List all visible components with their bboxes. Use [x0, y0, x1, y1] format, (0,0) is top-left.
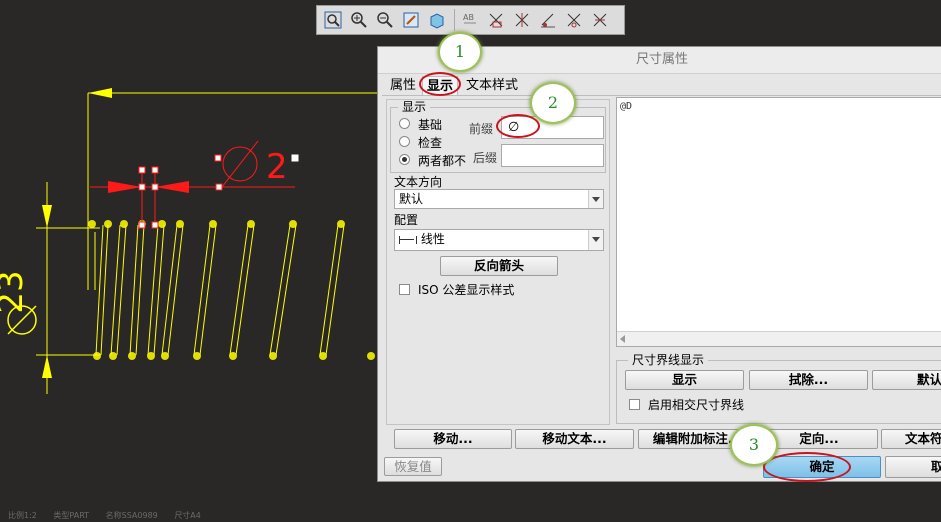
reverse-arrows-button[interactable]: 反向箭头	[440, 256, 558, 276]
view-toolbar: AB	[316, 5, 625, 35]
move-text-button[interactable]: 移动文本...	[515, 429, 634, 449]
vertical-arrow-bottom	[42, 355, 52, 378]
iso-checkbox-label: ISO 公差显示样式	[418, 283, 515, 297]
radio-inspection-label: 检查	[418, 136, 443, 150]
radio-neither[interactable]	[399, 154, 410, 165]
annotation-display-icon[interactable]: AB	[458, 8, 482, 32]
suffix-label: 后缀	[473, 151, 498, 165]
repaint-icon[interactable]	[399, 8, 423, 32]
iso-checkbox[interactable]	[399, 284, 410, 295]
cancel-button[interactable]: 取	[885, 456, 941, 478]
move-button[interactable]: 移动...	[394, 429, 512, 449]
chevron-down-icon	[588, 230, 603, 250]
highlight-oval-ok	[763, 452, 851, 482]
scroll-left-icon[interactable]	[620, 335, 625, 343]
chevron-down-icon	[588, 190, 603, 208]
vertical-arrow-top	[42, 205, 52, 228]
intersect-extension-label: 启用相交尺寸界线	[648, 398, 745, 412]
dim-arrow-left	[108, 181, 142, 193]
shading-icon[interactable]	[425, 8, 449, 32]
linear-dimension-icon	[399, 236, 417, 244]
highlight-oval-prefix	[496, 114, 540, 138]
extension-line-legend: 尺寸界线显示	[628, 353, 709, 367]
text-direction-select[interactable]: 默认	[394, 189, 604, 209]
erase-extension-button[interactable]: 拭除...	[749, 370, 868, 390]
radio-basic[interactable]	[399, 118, 410, 129]
dimension-arrow-left	[88, 88, 112, 98]
config-value: 线性	[420, 232, 445, 246]
spring-geometry	[87, 224, 345, 356]
show-extension-button[interactable]: 显示	[625, 370, 744, 390]
dimension-text-value: @D	[620, 101, 633, 112]
prefix-label: 前缀	[469, 122, 494, 136]
text-symbol-button[interactable]: 文本符	[881, 429, 941, 449]
text-direction-value: 默认	[399, 192, 424, 206]
tab-properties[interactable]: 属性	[386, 76, 420, 95]
config-label: 配置	[394, 213, 419, 227]
dim-arrow-right	[155, 181, 189, 193]
status-type: 类型PART	[53, 511, 90, 520]
radio-inspection[interactable]	[399, 136, 410, 147]
dimension-text-area[interactable]: @D	[616, 97, 941, 347]
status-size: 尺寸A4	[174, 511, 201, 520]
dimension-value-text: 2	[266, 147, 288, 187]
svg-text:AB: AB	[463, 13, 474, 22]
config-select[interactable]: 线性	[394, 229, 604, 251]
text-direction-label: 文本方向	[394, 175, 443, 189]
datum-points-icon[interactable]	[536, 8, 560, 32]
datum-axes-icon[interactable]	[510, 8, 534, 32]
datum-planes-icon[interactable]	[484, 8, 508, 32]
radio-basic-label: 基础	[418, 118, 443, 132]
callout-2: 2	[530, 82, 576, 124]
spin-center-icon[interactable]	[588, 8, 612, 32]
default-extension-button[interactable]: 默认	[872, 370, 941, 390]
dimension-properties-dialog: 尺寸属性 属性 显示 文本样式 显示 基础 检查 两者都不 前缀 ∅ 后缀 文本…	[377, 46, 941, 482]
restore-button[interactable]: 恢复值	[384, 457, 442, 476]
zoom-out-icon[interactable]	[373, 8, 397, 32]
suffix-input[interactable]	[501, 144, 604, 167]
status-name: 名称SSA0989	[105, 511, 158, 520]
callout-3: 3	[730, 424, 778, 466]
tab-text-style[interactable]: 文本样式	[462, 76, 522, 95]
intersect-extension-checkbox[interactable]	[629, 399, 640, 410]
zoom-in-icon[interactable]	[347, 8, 371, 32]
horizontal-scrollbar[interactable]	[617, 331, 941, 346]
zoom-refit-icon[interactable]	[321, 8, 345, 32]
status-scale: 比例1:2	[8, 511, 37, 520]
status-bar: 比例1:2 类型PART 名称SSA0989 尺寸A4	[8, 510, 215, 521]
radio-neither-label: 两者都不	[418, 154, 467, 168]
callout-1: 1	[438, 32, 482, 72]
display-group-legend: 显示	[398, 100, 431, 114]
coordinate-systems-icon[interactable]	[562, 8, 586, 32]
highlight-oval-display-tab	[419, 72, 461, 96]
